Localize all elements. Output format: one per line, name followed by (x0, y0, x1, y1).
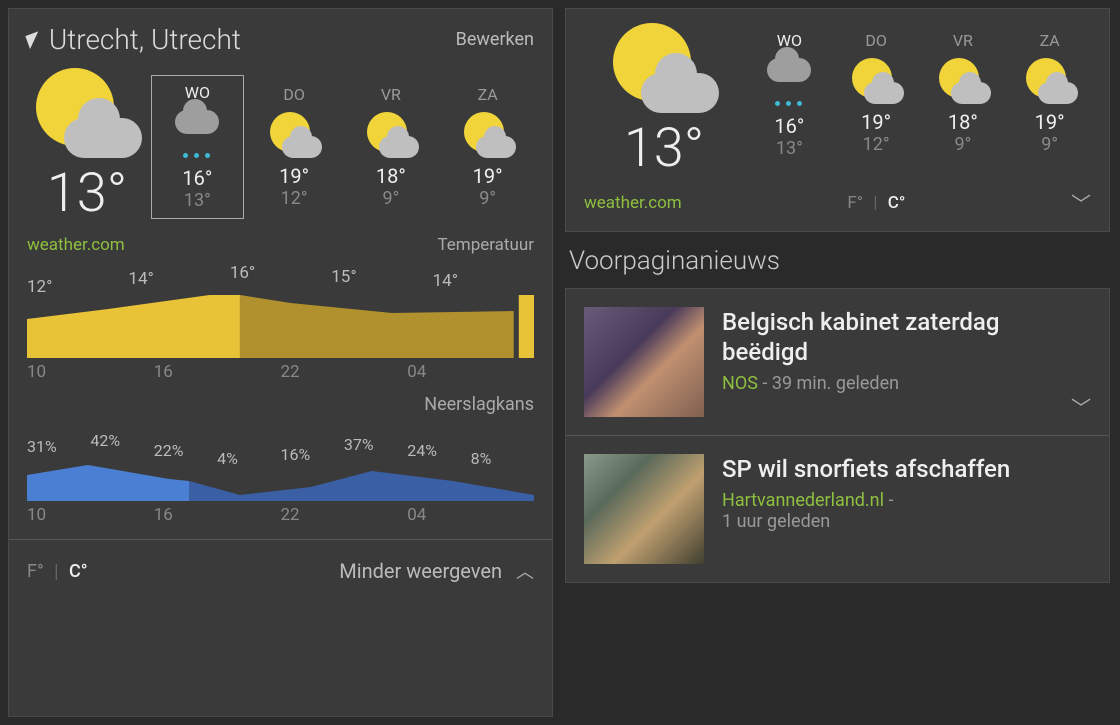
collapse-label: Minder weergeven (339, 559, 502, 583)
temperature-chart: 12° 14° 16° 15° 14° 10 16 22 04 (27, 255, 534, 382)
day-high: 16° (752, 114, 827, 138)
news-card: Belgisch kabinet zaterdag beëdigd NOS - … (565, 288, 1110, 583)
precip-x-axis: 10 16 22 04 (27, 505, 534, 525)
news-thumbnail (584, 307, 704, 417)
current-temp-mini: 13° (584, 117, 744, 180)
day-low: 12° (252, 188, 337, 209)
partly-cloudy-icon (460, 112, 516, 158)
day-low: 9° (445, 188, 530, 209)
mini-day-za[interactable]: ZA 19° 9° (1008, 23, 1091, 163)
weather-mini-card: 13° WO 16° 13° DO 19° 12° VR 18° 9° Z (565, 8, 1110, 232)
partly-cloudy-icon (935, 58, 991, 104)
temp-x-axis: 10 16 22 04 (27, 362, 534, 382)
mini-day-vr[interactable]: VR 18° 9° (922, 23, 1005, 163)
news-title: Belgisch kabinet zaterdag beëdigd (722, 307, 1091, 367)
divider (9, 539, 552, 540)
unit-fahrenheit[interactable]: F° (847, 193, 863, 213)
source-link[interactable]: weather.com (27, 235, 125, 255)
day-low: 13° (752, 138, 827, 159)
day-label: VR (926, 31, 1001, 50)
unit-toggle[interactable]: F° | C° (27, 561, 88, 582)
day-label: ZA (1012, 31, 1087, 50)
weather-expanded-card: ◤ Utrecht, Utrecht Bewerken 13° WO 16° 1… (8, 8, 553, 717)
current-weather-mini: 13° (584, 23, 744, 180)
news-time: 1 uur geleden (722, 511, 830, 532)
current-weather: 13° (27, 68, 147, 225)
news-item[interactable]: SP wil snorfiets afschaffen Hartvanneder… (566, 436, 1109, 582)
mini-day-do[interactable]: DO 19° 12° (835, 23, 918, 163)
forecast-day-do[interactable]: DO 19° 12° (248, 77, 341, 217)
partly-cloudy-icon (363, 112, 419, 158)
unit-celsius[interactable]: C° (69, 561, 88, 582)
edit-link[interactable]: Bewerken (456, 29, 534, 50)
collapse-button[interactable]: Minder weergeven ︿ (339, 558, 534, 584)
partly-cloudy-icon (1022, 58, 1078, 104)
temp-value-labels: 12° 14° 16° 15° 14° (27, 263, 534, 297)
day-high: 16° (155, 166, 240, 190)
forecast-day-wo[interactable]: WO 16° 13° (151, 75, 244, 219)
chevron-up-icon: ︿ (516, 558, 534, 584)
partly-cloudy-icon (32, 68, 142, 158)
day-label: DO (252, 85, 337, 104)
location-row: ◤ Utrecht, Utrecht Bewerken (27, 23, 534, 56)
day-high: 19° (445, 164, 530, 188)
news-source: Hartvannederland.nl (722, 490, 884, 511)
news-source: NOS (722, 373, 758, 394)
day-low: 12° (839, 134, 914, 155)
precip-section-label: Neerslagkans (27, 394, 534, 415)
day-high: 18° (349, 164, 434, 188)
day-high: 19° (839, 110, 914, 134)
current-temp: 13° (27, 162, 147, 225)
day-label: ZA (445, 85, 530, 104)
chevron-down-icon[interactable]: ﹀ (1071, 392, 1091, 421)
unit-fahrenheit[interactable]: F° (27, 561, 44, 582)
forecast-day-za[interactable]: ZA 19° 9° (441, 77, 534, 217)
partly-cloudy-icon (609, 23, 719, 113)
rain-icon (761, 58, 817, 108)
day-low: 9° (349, 188, 434, 209)
news-meta: Hartvannederland.nl - 1 uur geleden (722, 490, 1010, 532)
location-arrow-icon: ◤ (24, 27, 44, 51)
precip-value-labels: 31% 42% 22% 4% 16% 37% 24% 8% (27, 431, 534, 468)
news-meta: NOS - 39 min. geleden (722, 373, 1091, 394)
rain-icon (169, 110, 225, 160)
partly-cloudy-icon (848, 58, 904, 104)
chevron-down-icon[interactable]: ﹀ (1071, 188, 1091, 217)
day-high: 18° (926, 110, 1001, 134)
location-name[interactable]: ◤ Utrecht, Utrecht (27, 23, 241, 56)
location-text: Utrecht, Utrecht (49, 23, 241, 56)
forecast-row: 13° WO 16° 13° DO 19° 12° VR 18° 9° ZA 1… (27, 68, 534, 225)
mini-day-wo[interactable]: WO 16° 13° (748, 23, 831, 167)
temperature-section-label: Temperatuur (437, 235, 534, 255)
card-footer: F° | C° Minder weergeven ︿ (27, 554, 534, 584)
precip-chart: 31% 42% 22% 4% 16% 37% 24% 8% 10 16 22 0… (27, 415, 534, 525)
partly-cloudy-icon (266, 112, 322, 158)
day-high: 19° (252, 164, 337, 188)
unit-toggle-mini[interactable]: F° | C° (847, 193, 905, 213)
news-thumbnail (584, 454, 704, 564)
unit-celsius[interactable]: C° (888, 193, 906, 213)
news-section-header: Voorpaginanieuws (565, 242, 1110, 278)
source-link-mini[interactable]: weather.com (584, 193, 682, 213)
day-low: 9° (926, 134, 1001, 155)
source-row: weather.com Temperatuur (27, 235, 534, 255)
day-low: 9° (1012, 134, 1087, 155)
day-high: 19° (1012, 110, 1087, 134)
day-label: DO (839, 31, 914, 50)
day-low: 13° (155, 190, 240, 211)
day-label: VR (349, 85, 434, 104)
news-time: 39 min. geleden (772, 373, 899, 394)
news-item[interactable]: Belgisch kabinet zaterdag beëdigd NOS - … (566, 289, 1109, 436)
news-title: SP wil snorfiets afschaffen (722, 454, 1010, 484)
forecast-day-vr[interactable]: VR 18° 9° (345, 77, 438, 217)
